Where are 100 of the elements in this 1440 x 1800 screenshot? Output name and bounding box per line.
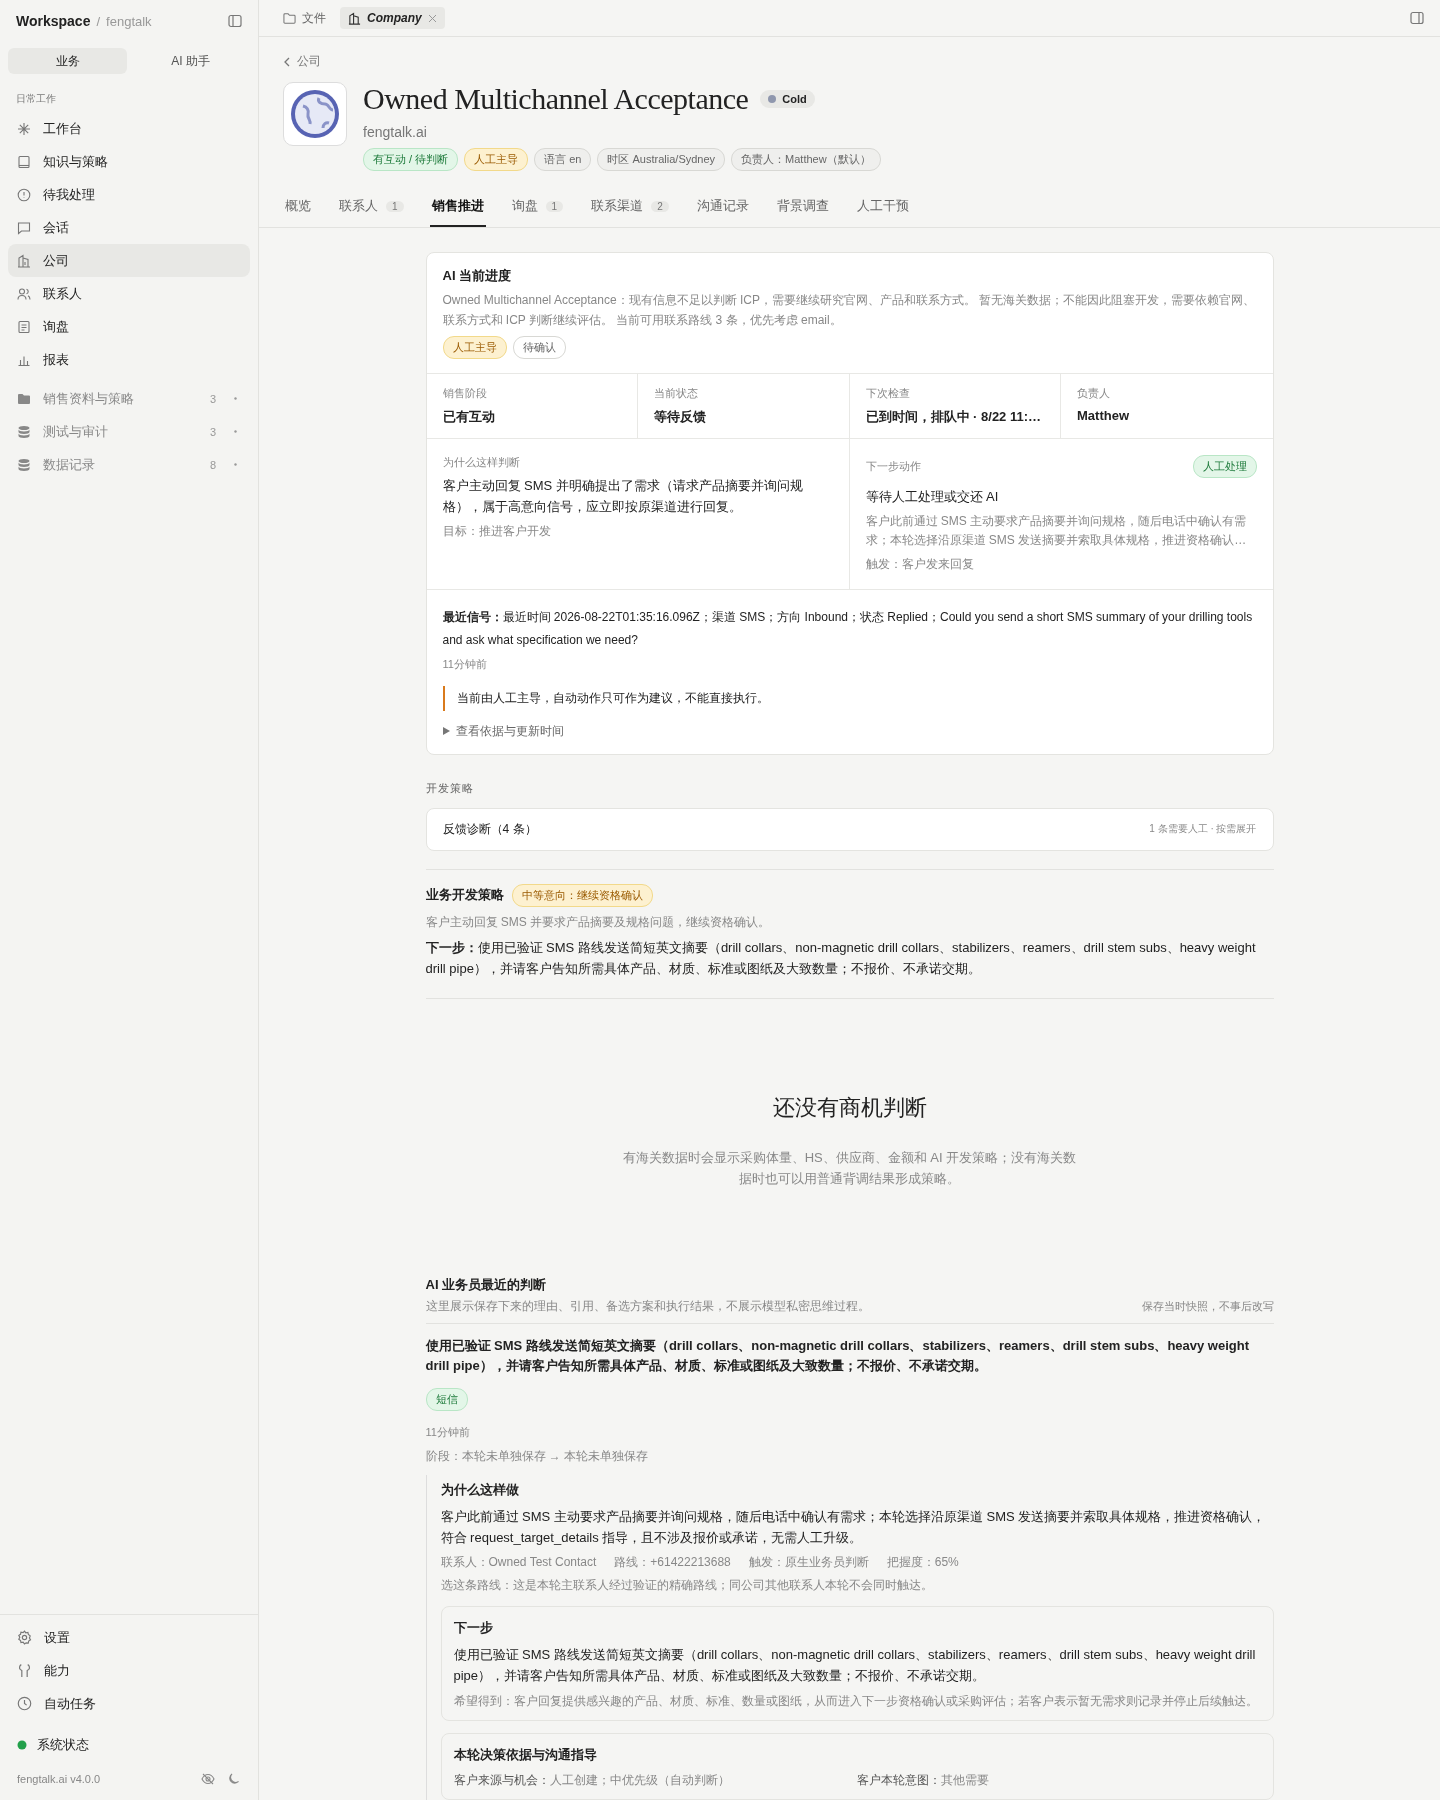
- basis-value: 其他需要: [941, 1773, 989, 1787]
- decision-text: 使用已验证 SMS 路线发送简短英文摘要（drill collars、non-magnetic drill collars、stabilizers、reamers、drill stem subs、heavy weight drill pipe），并请客户告知所需具体产品、材质、标准或图纸及大致数量；不报价、不承诺交期。: [425, 1336, 1251, 1375]
- panel-toggle-icon[interactable]: [1410, 11, 1424, 26]
- section-label: 为什么这样判断: [442, 454, 521, 470]
- nav-item[interactable]: 公司: [8, 244, 250, 277]
- temperature-badge: Cold: [760, 90, 815, 109]
- goal-text: 目标：推进客户开发: [442, 523, 552, 541]
- back-link[interactable]: 公司: [283, 53, 321, 71]
- eye-off-icon[interactable]: [201, 1772, 215, 1786]
- tab[interactable]: 人工干预: [854, 197, 911, 228]
- close-icon[interactable]: [427, 13, 437, 23]
- sparkle-icon: [17, 121, 31, 136]
- sidebar-toggle-icon[interactable]: [228, 14, 242, 28]
- nav-item[interactable]: 询盘: [8, 310, 250, 343]
- channel-tag: 短信: [425, 1387, 468, 1411]
- status-badge: 人工处理: [1192, 454, 1257, 478]
- next-step-text: 下一步：使用已验证 SMS 路线发送简短英文摘要（drill collars、non-magnetic drill collars、stabilizers、reamers、drill stem subs、heavy weight drill pipe），并请客户告知所需具体产品、材质、标准或图纸及大致数量；不报价、不承诺交期。: [425, 939, 1257, 978]
- fact-value: Matthew: [1077, 407, 1130, 423]
- nav-item[interactable]: 报表: [8, 343, 250, 376]
- more-icon[interactable]: [234, 463, 237, 466]
- nav-item[interactable]: 能力: [8, 1654, 250, 1687]
- chevron-left-icon: [283, 56, 291, 67]
- status-label[interactable]: 系统状态: [37, 1736, 89, 1754]
- folder-icon: [17, 391, 31, 406]
- nav-item[interactable]: 知识与策略: [8, 145, 250, 178]
- mode-tab[interactable]: 业务: [8, 48, 127, 74]
- fact-label: 销售阶段: [442, 385, 488, 401]
- next-step-text: 使用已验证 SMS 路线发送简短英文摘要（drill collars、non-magnetic drill collars、stabilizers、reamers、drill stem subs、heavy weight drill pipe），并请客户告知所需具体产品、材质、标准或图纸及大致数量；不报价、不承诺交期。: [453, 1646, 1257, 1686]
- people-icon: [17, 286, 31, 301]
- tab[interactable]: 沟通记录: [694, 197, 751, 228]
- database-icon: [17, 457, 31, 472]
- moon-icon[interactable]: [227, 1772, 241, 1786]
- tab[interactable]: 联系人 1: [337, 197, 406, 228]
- fact-value: 已到时间，排队中 · 8/22 11:…: [865, 407, 1043, 426]
- basis-label: 客户来源与机会：: [453, 1773, 550, 1787]
- tab[interactable]: 背景调查: [774, 197, 831, 228]
- company-name: Owned Multichannel Acceptance: [363, 82, 749, 117]
- clock-icon: [17, 1696, 32, 1711]
- breadcrumb-separator: /: [96, 13, 101, 29]
- reason-title: 为什么这样做: [440, 1480, 520, 1499]
- company-domain: fengtalk.ai: [363, 124, 428, 141]
- timestamp: 11分钟前: [425, 1424, 471, 1440]
- nav-item[interactable]: 待我处理: [8, 178, 250, 211]
- nav-item[interactable]: 联系人: [8, 277, 250, 310]
- meta-text: 路线：+61422213688: [614, 1554, 731, 1572]
- card-title: AI 当前进度: [442, 267, 513, 286]
- tag: 待确认: [512, 335, 566, 359]
- tag: 人工主导: [442, 335, 507, 359]
- nav-item[interactable]: 自动任务: [8, 1687, 250, 1720]
- tag: 时区 Australia/Sydney: [597, 148, 726, 172]
- stage-text: 阶段：本轮未单独保存 → 本轮未单独保存: [425, 1447, 650, 1465]
- version-text: fengtalk.ai v4.0.0: [17, 1773, 102, 1785]
- tab[interactable]: 概览: [283, 197, 313, 228]
- reason-text: 客户主动回复 SMS 并明确提出了需求（请求产品摘要并询问规格），属于高意向信号，应立即按原渠道进行回复。: [442, 476, 804, 516]
- tag: 人工主导: [464, 148, 529, 172]
- fact-label: 下次检查: [865, 385, 911, 401]
- feedback-row[interactable]: 反馈诊断（4 条） 1 条需要人工 · 按需展开: [425, 807, 1274, 851]
- document-tab[interactable]: Company: [340, 7, 445, 30]
- snapshot-note: 保存当时快照，不事后改写: [1141, 1298, 1274, 1314]
- tab[interactable]: 询盘 1: [509, 197, 566, 228]
- book-icon: [17, 154, 31, 169]
- fact-label: 负责人: [1077, 385, 1111, 401]
- intent-badge: 中等意向：继续资格确认: [511, 883, 653, 907]
- section-label: 开发策略: [425, 780, 475, 796]
- section-title: AI 业务员最近的判断: [425, 1275, 548, 1294]
- document-tab[interactable]: 文件: [275, 5, 334, 31]
- globe-icon: [289, 88, 341, 141]
- mode-tab[interactable]: AI 助手: [131, 48, 250, 74]
- tab[interactable]: 联系渠道 2: [589, 197, 671, 228]
- timestamp: 11分钟前: [442, 656, 488, 672]
- tab[interactable]: 销售推进: [429, 197, 486, 228]
- meta-text: 联系人：Owned Test Contact: [440, 1554, 597, 1572]
- database-icon: [17, 424, 31, 439]
- building-icon: [17, 253, 31, 268]
- more-icon[interactable]: [234, 397, 237, 400]
- nav-item[interactable]: 会话: [8, 211, 250, 244]
- empty-state-text: 有海关数据时会显示采购体量、HS、供应商、金额和 AI 开发策略；没有海关数据时也可以用普通背调结果形成策略。: [621, 1148, 1078, 1189]
- section-label: 日常工作: [15, 92, 57, 106]
- card-title: 本轮决策依据与沟通指导: [453, 1746, 598, 1764]
- section-label: 下一步动作: [865, 458, 921, 474]
- reason-text: 客户此前通过 SMS 主动要求产品摘要并询问规格，随后电话中确认有需求；本轮选择沿原渠道 SMS 发送摘要并索取具体规格，推进资格确认，符合 request_target_details 指导，且不涉及报价或承诺，无需人工升级。: [440, 1507, 1267, 1547]
- wrench-icon: [17, 1663, 32, 1678]
- alert-icon: [17, 187, 31, 202]
- empty-state-title: 还没有商机判断: [771, 1093, 928, 1122]
- expected-text: 希望得到：客户回复提供感兴趣的产品、材质、标准、数量或图纸，从而进入下一步资格确认或采购评估；若客户表示暂无需求则记录并停止后续触达。: [453, 1693, 1259, 1710]
- trigger-text: 触发：客户发来回复: [865, 556, 975, 574]
- nav-item[interactable]: 工作台: [8, 112, 250, 145]
- fact-value: 已有互动: [442, 407, 496, 426]
- card-title: 下一步: [453, 1619, 494, 1638]
- route-text: 选这条路线：这是本轮主联系人经过验证的精确路线；同公司其他联系人本轮不会同时触达。: [440, 1577, 934, 1595]
- doc-icon: [17, 319, 31, 334]
- more-icon[interactable]: [234, 430, 237, 433]
- workspace-name: Workspace: [16, 13, 91, 29]
- details-toggle[interactable]: 查看依据与更新时间: [442, 722, 564, 740]
- tag: 负责人：Matthew（默认）: [731, 148, 881, 172]
- tag: 语言 en: [534, 148, 592, 172]
- nav-item[interactable]: 设置: [8, 1621, 250, 1654]
- basis-value: 人工创建；中优先级（自动判断）: [549, 1773, 730, 1787]
- fact-value: 等待反馈: [654, 407, 707, 426]
- org-name: fengtalk: [106, 13, 152, 29]
